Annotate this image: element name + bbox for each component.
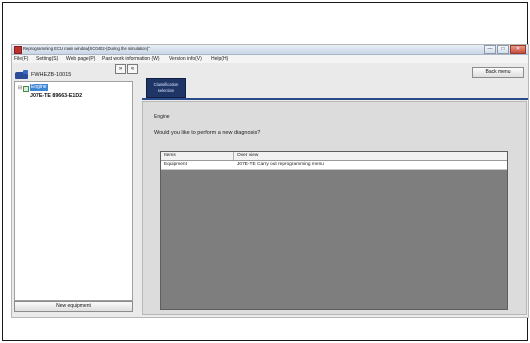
menu-bar: File(F) Setting(S) Web page(P) Past work… [12,55,528,63]
column-header-items[interactable]: Items [164,152,176,160]
vehicle-id: FWHEZB-10015 [31,72,72,78]
close-button[interactable]: ✕ [510,45,526,54]
table-header: Items Over view [161,152,507,161]
items-table: Items Over view Equipment J07E-TE Carry … [160,151,508,310]
screenshot-frame: Reprogramming ECU main window[SC0402-(Du… [2,2,529,341]
tree-item-engine[interactable]: Engine [30,84,48,91]
table-row[interactable]: Equipment J07E-TE Carry out reprogrammin… [161,161,507,170]
menu-past-work-information[interactable]: Past work information (W) [102,55,160,63]
tree-toggle-icon[interactable]: ⊟ [18,85,22,91]
menu-web-page[interactable]: Web page(P) [66,55,95,63]
collapse-panel-icon[interactable]: « [127,64,138,74]
tree-item-ecu[interactable]: J07E-TE 89663-E1D2 [30,93,82,99]
application-window: Reprogramming ECU main window[SC0402-(Du… [11,44,529,318]
expand-panel-icon[interactable]: » [115,64,126,74]
main-content: Engine Would you like to perform a new d… [142,101,527,315]
tab-label-line2: selection [157,88,175,93]
back-menu-button[interactable]: Back menu [472,67,524,78]
column-header-overview[interactable]: Over view [237,152,258,160]
tab-classification-selection[interactable]: Classification selection [146,78,186,98]
menu-setting[interactable]: Setting(S) [36,55,58,63]
tab-underline [142,98,528,100]
row-overview: J07E-TE Carry out reprogramming menu [237,162,324,167]
new-equipment-button[interactable]: New equipment [14,301,133,312]
window-title: Reprogramming ECU main window[SC0402-(Du… [23,46,150,51]
window-controls: — □ ✕ [483,45,526,54]
truck-icon [15,70,28,79]
row-item: Equipment [164,162,187,167]
column-separator [233,152,234,160]
tree-nav-buttons: » « [115,64,139,74]
maximize-button[interactable]: □ [497,45,509,54]
diagnosis-question: Would you like to perform a new diagnosi… [154,130,261,136]
minimize-button[interactable]: — [484,45,496,54]
tree-checkbox[interactable] [23,86,29,92]
menu-file[interactable]: File(F) [14,55,28,63]
section-title: Engine [154,114,170,120]
title-bar: Reprogramming ECU main window[SC0402-(Du… [12,45,528,55]
menu-help[interactable]: Help(H) [211,55,228,63]
menu-version-info[interactable]: Version info(V) [169,55,202,63]
app-icon [14,46,22,54]
equipment-tree: ⊟ Engine J07E-TE 89663-E1D2 [14,81,133,301]
